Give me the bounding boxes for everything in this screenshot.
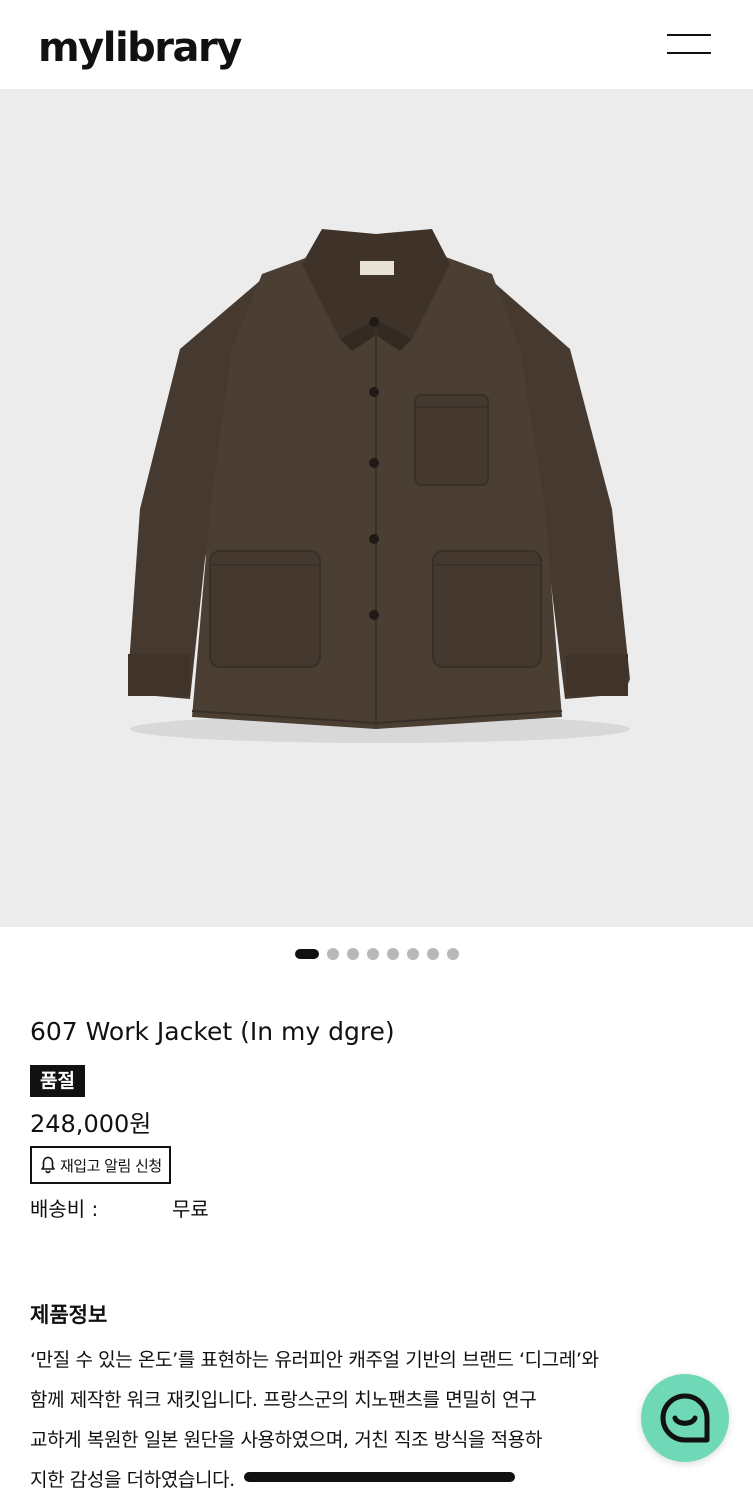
shipping-label: 배송비 : <box>30 1197 99 1221</box>
top-header: mylibrary <box>0 0 753 89</box>
pagination-dot-active[interactable] <box>294 949 319 959</box>
product-price: 248,000원 <box>30 1110 152 1138</box>
description-line: ‘만질 수 있는 온도’를 표현하는 유러피안 캐주얼 기반의 브랜드 ‘디그레… <box>30 1349 599 1371</box>
pagination-dot[interactable] <box>406 948 419 960</box>
product-info-title: 제품정보 <box>30 1303 108 1327</box>
bell-icon <box>41 1156 55 1174</box>
chat-button[interactable] <box>641 1374 729 1462</box>
product-title: 607 Work Jacket (In my dgre) <box>30 1017 395 1046</box>
pagination-dot[interactable] <box>386 948 399 960</box>
description-line: 함께 제작한 워크 재킷입니다. 프랑스군의 치노팬츠를 면밀히 연구 <box>30 1389 537 1411</box>
pagination-dot[interactable] <box>426 948 439 960</box>
hamburger-icon[interactable] <box>664 30 714 60</box>
shipping-value: 무료 <box>172 1197 209 1221</box>
pagination-dot[interactable] <box>346 948 359 960</box>
chat-bubble-icon <box>660 1393 710 1443</box>
description-line: 교하게 복원한 일본 원단을 사용하였으며, 거친 직조 방식을 적용하 <box>30 1429 542 1451</box>
pagination-dot[interactable] <box>366 948 379 960</box>
home-indicator <box>244 1472 515 1482</box>
restock-button-label: 재입고 알림 신청 <box>60 1156 162 1175</box>
pagination-dot[interactable] <box>446 948 459 960</box>
pagination-dot[interactable] <box>326 948 339 960</box>
brand-logo[interactable]: mylibrary <box>38 24 242 72</box>
menu-line <box>667 34 711 36</box>
soldout-badge: 품절 <box>30 1065 85 1097</box>
product-jacket-image <box>128 229 630 743</box>
gallery-pagination <box>0 947 753 961</box>
menu-line <box>667 52 711 54</box>
restock-notify-button[interactable]: 재입고 알림 신청 <box>30 1146 171 1184</box>
product-image-gallery[interactable] <box>0 89 753 927</box>
